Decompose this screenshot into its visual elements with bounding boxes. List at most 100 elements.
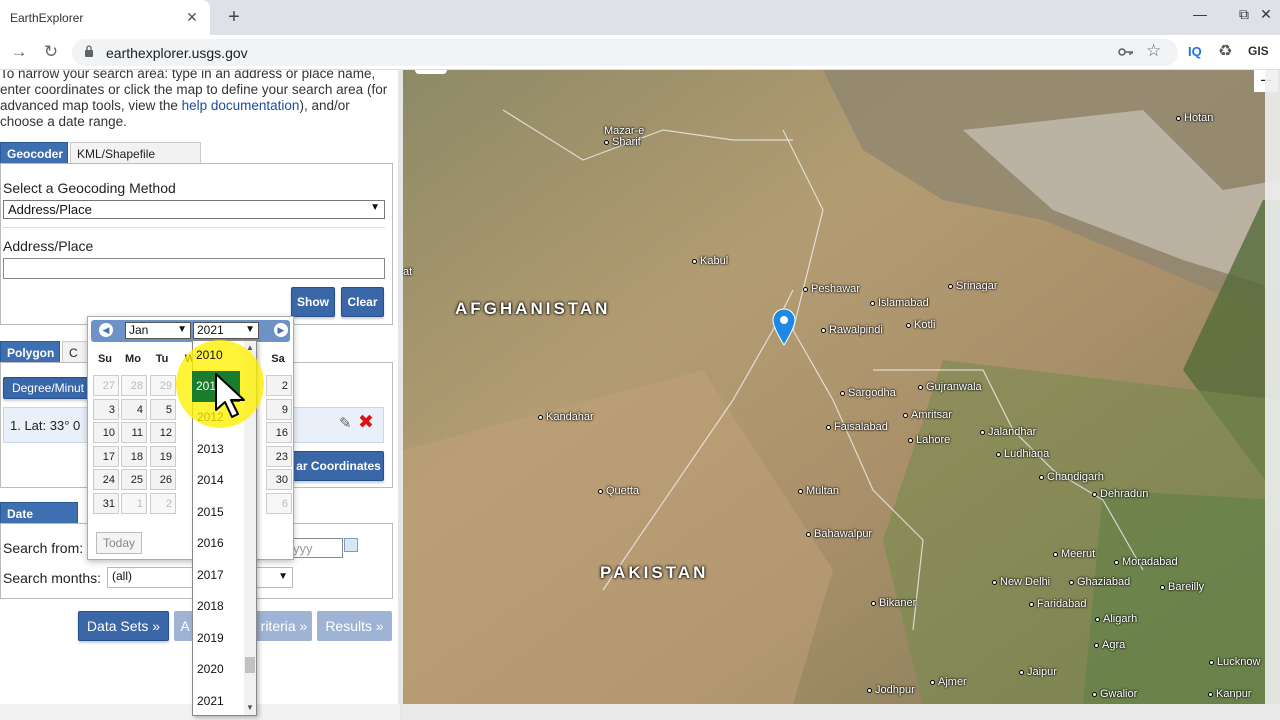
address-place-input[interactable] xyxy=(3,258,385,279)
delete-icon[interactable]: ✖ xyxy=(358,411,374,434)
place-label: Sharif xyxy=(604,136,641,148)
clear-coordinates-button[interactable]: ar Coordinates xyxy=(293,451,384,481)
city-dot xyxy=(692,258,697,264)
year-option[interactable]: 2019 xyxy=(193,623,245,654)
data-sets-button[interactable]: Data Sets » xyxy=(78,611,169,641)
calendar-day[interactable]: 6 xyxy=(266,492,292,514)
tab-date-range[interactable]: Date Range xyxy=(0,502,78,535)
place-label-text: Ajmer xyxy=(938,676,967,688)
close-window-icon[interactable]: ✕ xyxy=(1256,6,1276,23)
calendar-day[interactable]: 4 xyxy=(121,398,147,420)
tab-polygon[interactable]: Polygon xyxy=(0,341,60,363)
year-option[interactable]: 2014 xyxy=(193,465,245,496)
year-select[interactable]: 2021 ▼ xyxy=(193,322,259,339)
calendar-day[interactable]: 1 xyxy=(121,492,147,514)
restore-icon[interactable]: ⧉ xyxy=(1234,6,1254,23)
calendar-day[interactable]: 9 xyxy=(266,398,292,420)
place-label: at xyxy=(403,266,413,278)
key-icon[interactable] xyxy=(1118,45,1134,59)
city-dot xyxy=(870,300,875,306)
city-dot xyxy=(826,424,831,430)
year-option[interactable]: 2017 xyxy=(193,560,245,591)
city-dot xyxy=(918,384,923,390)
year-option[interactable]: 2021 xyxy=(193,686,245,717)
scroll-thumb[interactable] xyxy=(245,657,255,673)
calendar-day[interactable]: 19 xyxy=(150,445,176,467)
tab-kml-shapefile[interactable]: KML/Shapefile Upload xyxy=(70,142,201,175)
city-dot xyxy=(908,437,913,443)
calendar-day[interactable]: 26 xyxy=(150,469,176,490)
year-option[interactable]: 2013 xyxy=(193,434,245,465)
prev-month-icon[interactable]: ◀ xyxy=(99,323,113,337)
calendar-day[interactable]: 24 xyxy=(93,469,119,490)
place-label: Meerut xyxy=(1053,548,1095,560)
scroll-down-icon[interactable]: ▼ xyxy=(246,703,254,712)
additional-criteria-button-label[interactable]: riteria » xyxy=(256,611,312,641)
reload-icon[interactable]: ↻ xyxy=(40,41,62,63)
show-button[interactable]: Show xyxy=(291,287,335,317)
tab-title: EarthExplorer xyxy=(10,10,84,25)
place-label: Hotan xyxy=(1176,112,1213,124)
puzzle-icon[interactable]: ♻ xyxy=(1218,41,1232,61)
forward-icon[interactable]: → xyxy=(8,41,30,63)
calendar-day[interactable]: 16 xyxy=(266,422,292,443)
edit-icon[interactable]: ✎ xyxy=(339,414,352,432)
geocoding-method-select[interactable]: Address/Place ▼ xyxy=(3,200,385,219)
calendar-day[interactable]: 28 xyxy=(121,375,147,396)
calendar-day[interactable]: 2 xyxy=(150,492,176,514)
gis-extension-icon[interactable]: GIS xyxy=(1248,44,1269,58)
year-option[interactable]: 2016 xyxy=(193,528,245,559)
place-label-text: Chandigarh xyxy=(1047,471,1104,483)
calendar-day[interactable]: 11 xyxy=(121,422,147,443)
next-month-icon[interactable]: ▶ xyxy=(274,323,288,337)
calendar-day[interactable]: 17 xyxy=(93,445,119,467)
browser-tab[interactable]: EarthExplorer ✕ xyxy=(0,0,210,35)
search-months-label: Search months: xyxy=(3,570,102,586)
new-tab-button[interactable]: + xyxy=(222,5,246,29)
zoom-in-button[interactable] xyxy=(415,70,447,74)
calendar-day[interactable]: 18 xyxy=(121,445,147,467)
calendar-day[interactable]: 30 xyxy=(266,469,292,490)
calendar-day[interactable]: 2 xyxy=(266,375,292,396)
today-button[interactable]: Today xyxy=(96,532,142,554)
map-horizontal-scrollbar[interactable] xyxy=(403,704,1280,720)
help-documentation-link[interactable]: help documentation xyxy=(182,98,300,113)
calendar-day[interactable]: 27 xyxy=(93,375,119,396)
close-icon[interactable]: ✕ xyxy=(184,9,200,26)
results-button[interactable]: Results » xyxy=(317,611,392,641)
year-option[interactable]: 2015 xyxy=(193,497,245,528)
city-dot xyxy=(538,414,543,420)
calendar-day[interactable]: 25 xyxy=(121,469,147,490)
minimize-icon[interactable]: — xyxy=(1190,6,1210,22)
map-scrollbar[interactable] xyxy=(1265,70,1280,704)
calendar-icon[interactable] xyxy=(344,538,358,552)
calendar-day[interactable]: 29 xyxy=(150,375,176,396)
star-icon[interactable]: ☆ xyxy=(1146,41,1161,61)
map-pin-icon[interactable] xyxy=(772,308,796,346)
year-option[interactable]: 2020 xyxy=(193,654,245,685)
place-label-text: Jaipur xyxy=(1027,666,1057,678)
map-view[interactable]: AFGHANISTAN PAKISTAN Mazar-e Sharif Hota… xyxy=(403,70,1280,704)
calendar-day[interactable]: 10 xyxy=(93,422,119,443)
year-option[interactable]: 2010 xyxy=(192,340,246,371)
url-field[interactable]: earthexplorer.usgs.gov ☆ xyxy=(72,39,1178,66)
place-label: Agra xyxy=(1094,639,1125,651)
place-label: Gujranwala xyxy=(918,381,982,393)
weekday-header: Su xyxy=(97,353,113,365)
search-to-input[interactable]: yyy xyxy=(289,538,343,558)
url-text: earthexplorer.usgs.gov xyxy=(106,45,248,61)
year-option[interactable]: 2018 xyxy=(193,591,245,622)
calendar-day[interactable]: 12 xyxy=(150,422,176,443)
tab-geocoder[interactable]: Geocoder xyxy=(0,142,68,164)
calendar-day[interactable]: 5 xyxy=(150,398,176,420)
place-label-text: Bareilly xyxy=(1168,581,1205,593)
calendar-day[interactable]: 31 xyxy=(93,492,119,514)
calendar-day[interactable]: 23 xyxy=(266,445,292,467)
iq-extension-icon[interactable]: IQ xyxy=(1188,44,1202,59)
calendar-day[interactable]: 3 xyxy=(93,398,119,420)
city-dot xyxy=(906,322,911,328)
month-select[interactable]: Jan ▼ xyxy=(125,322,191,339)
degree-minute-tab[interactable]: Degree/Minut xyxy=(3,377,93,399)
clear-button[interactable]: Clear xyxy=(341,287,384,317)
place-label-text: Quetta xyxy=(606,485,640,497)
